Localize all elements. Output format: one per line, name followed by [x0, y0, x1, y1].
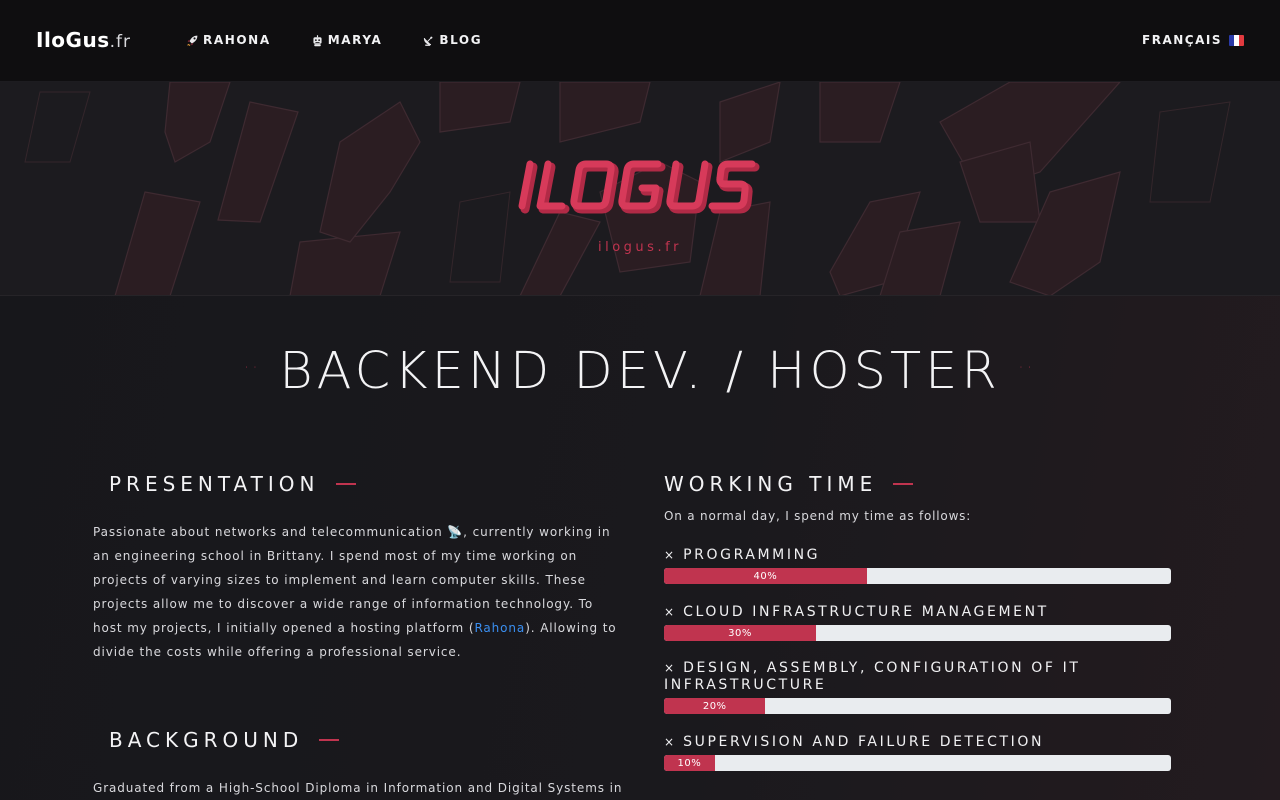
nav-link-label: RAHONA — [203, 33, 271, 47]
progress-bar-fill: 30% — [664, 625, 817, 641]
navbar: IloGus.fr RAHONA MARYA BLOG FRANÇAIS — [0, 0, 1280, 82]
nav-link-rahona[interactable]: RAHONA — [186, 33, 271, 47]
rahona-link[interactable]: Rahona — [474, 621, 525, 635]
language-label: FRANÇAIS — [1142, 33, 1222, 47]
skill-cloud-infrastructure: × CLOUD INFRASTRUCTURE MANAGEMENT 30% — [664, 604, 1171, 641]
brand-extension: .fr — [109, 32, 131, 52]
working-time-heading-text: WORKING TIME — [664, 472, 878, 496]
skill-label: × DESIGN, ASSEMBLY, CONFIGURATION OF IT … — [664, 660, 1171, 694]
heading-dash — [893, 483, 914, 485]
progress-bar: 30% — [664, 625, 1171, 641]
presentation-heading: PRESENTATION — [109, 472, 356, 496]
heading-dash — [319, 739, 340, 741]
skill-label-text: SUPERVISION AND FAILURE DETECTION — [683, 734, 1045, 750]
satellite-icon — [424, 36, 433, 46]
background-text: Graduated from a High-School Diploma in … — [93, 781, 623, 795]
progress-bar: 20% — [664, 698, 1171, 714]
nav-link-label: MARYA — [327, 33, 383, 47]
main-content: ·· BACKEND DEV. / HOSTER ·· PRESENTATION P… — [0, 296, 1280, 800]
ilogus-logo — [518, 160, 760, 214]
robot-icon — [313, 34, 322, 46]
skill-label-text: PROGRAMMING — [683, 547, 821, 563]
nav-link-label: BLOG — [439, 33, 483, 47]
heading-dash — [335, 483, 356, 485]
working-time-heading: WORKING TIME — [664, 472, 914, 496]
bullet-x-icon: × — [664, 735, 675, 749]
skill-it-infrastructure-design: × DESIGN, ASSEMBLY, CONFIGURATION OF IT … — [664, 660, 1171, 714]
progress-bar-fill: 20% — [664, 698, 766, 714]
presentation-heading-text: PRESENTATION — [109, 472, 320, 496]
background-heading: BACKGROUND — [109, 728, 340, 752]
progress-bar-fill: 40% — [664, 568, 867, 584]
page-title: ·· BACKEND DEV. / HOSTER ·· — [0, 342, 1280, 401]
skill-label-text: DESIGN, ASSEMBLY, CONFIGURATION OF IT IN… — [664, 660, 1081, 693]
hero-subtitle: ilogus.fr — [598, 240, 682, 255]
nav-link-marya[interactable]: MARYA — [311, 33, 383, 47]
progress-bar: 40% — [664, 568, 1171, 584]
bullet-x-icon: × — [664, 661, 675, 675]
skill-label: × CLOUD INFRASTRUCTURE MANAGEMENT — [664, 604, 1171, 621]
progress-bar: 10% — [664, 755, 1171, 771]
main-nav: RAHONA MARYA BLOG — [186, 33, 482, 47]
skill-label-text: CLOUD INFRASTRUCTURE MANAGEMENT — [683, 604, 1049, 620]
presentation-text-part1: Passionate about networks and telecommun… — [93, 525, 611, 635]
language-switcher[interactable]: FRANÇAIS — [1142, 33, 1244, 47]
page-title-text: BACKEND DEV. / HOSTER — [279, 342, 1001, 401]
skill-supervision: × SUPERVISION AND FAILURE DETECTION 10% — [664, 734, 1171, 771]
skill-label: × PROGRAMMING — [664, 547, 1171, 564]
skill-label: × SUPERVISION AND FAILURE DETECTION — [664, 734, 1171, 751]
working-time-intro: On a normal day, I spend my time as foll… — [664, 509, 972, 523]
rocket-icon — [187, 35, 198, 46]
brand-logo-link[interactable]: IloGus.fr — [36, 28, 131, 52]
progress-bar-fill: 10% — [664, 755, 715, 771]
nav-link-blog[interactable]: BLOG — [422, 33, 482, 47]
background-heading-text: BACKGROUND — [109, 728, 304, 752]
bullet-x-icon: × — [664, 605, 675, 619]
title-decoration-right: ·· — [1018, 360, 1036, 376]
skill-programming: × PROGRAMMING 40% — [664, 547, 1171, 584]
french-flag-icon — [1229, 34, 1244, 46]
hero-banner: ilogus.fr — [0, 82, 1280, 296]
brand-name: IloGus — [36, 28, 110, 52]
title-decoration-left: ·· — [244, 360, 262, 376]
presentation-text: Passionate about networks and telecommun… — [93, 520, 623, 664]
bullet-x-icon: × — [664, 548, 675, 562]
